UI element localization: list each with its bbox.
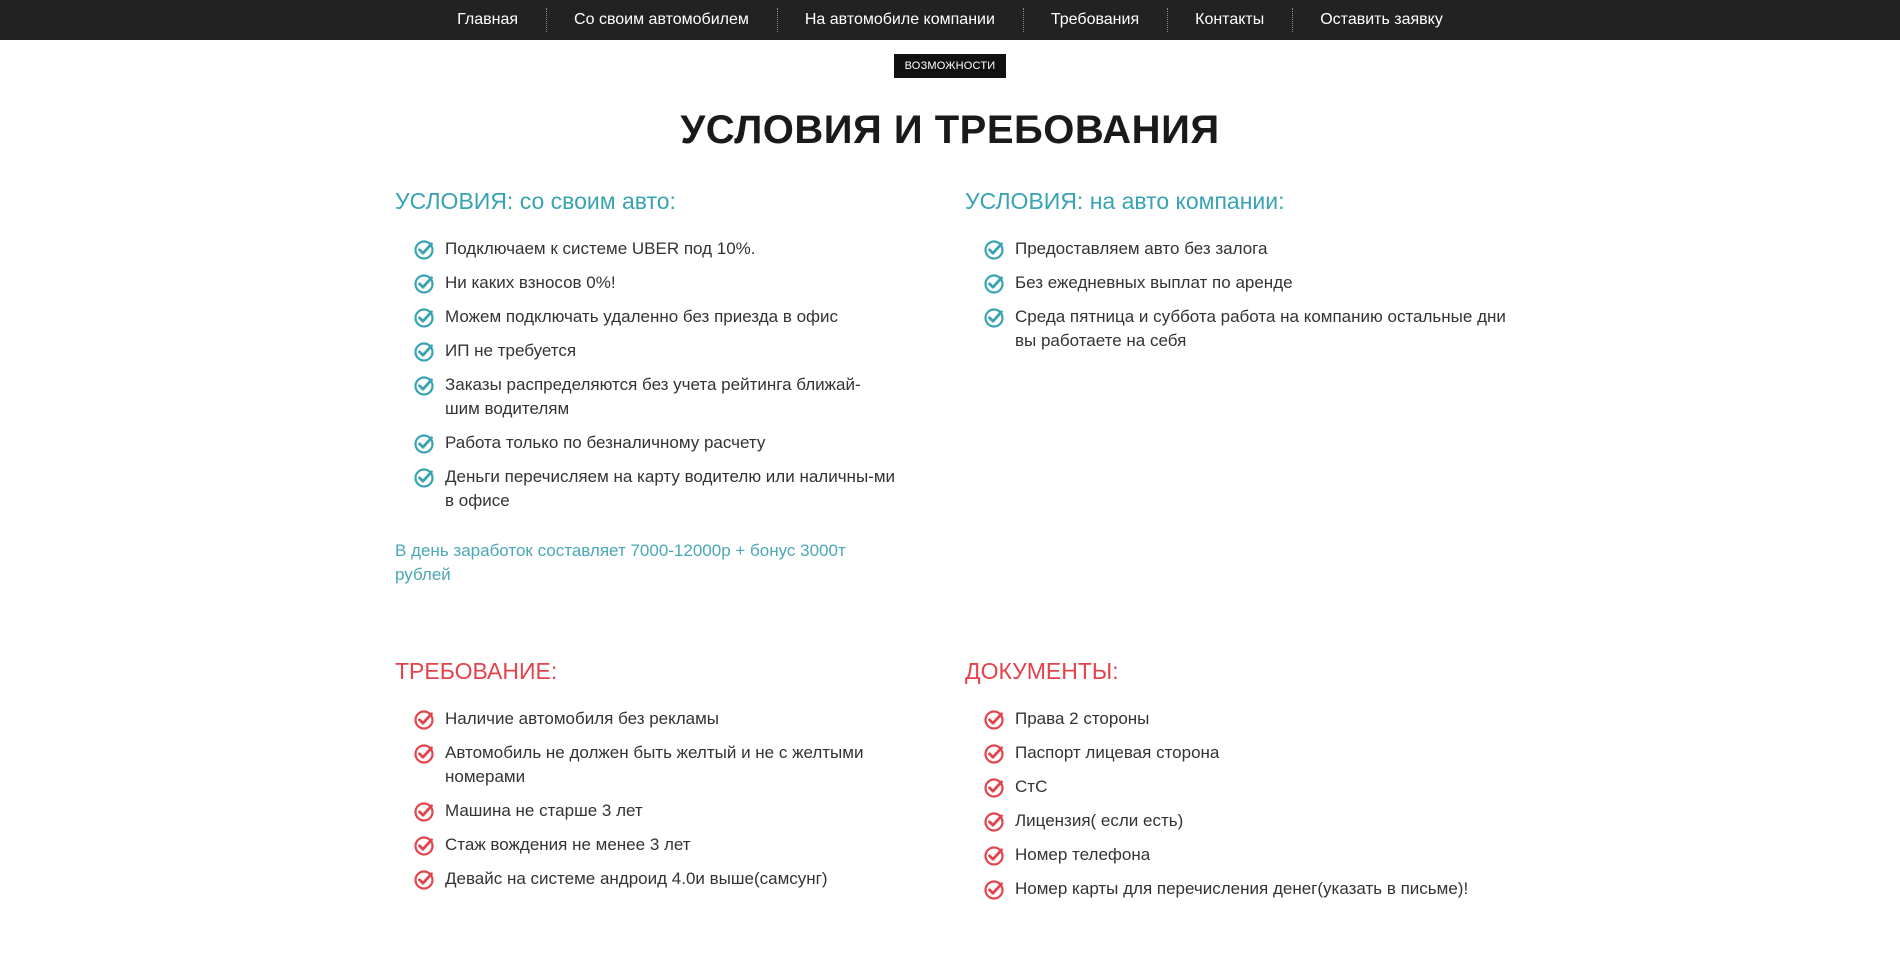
documents-title: ДОКУМЕНТЫ: <box>965 658 1119 684</box>
check-circle-icon <box>414 836 434 856</box>
check-circle-icon <box>414 274 434 294</box>
list-item-text: Паспорт лицевая сторона <box>1015 743 1220 762</box>
list-item-text: Среда пятница и суббота работа на компан… <box>1015 307 1506 350</box>
list-item-text: Наличие автомобиля без рекламы <box>445 709 720 728</box>
check-circle-icon <box>984 274 1004 294</box>
list-item: Номер карты для перечисления денег(указа… <box>965 877 1515 901</box>
nav-item-apply[interactable]: Оставить заявку <box>1292 6 1471 34</box>
list-item-text: Работа только по безналичному расчету <box>445 433 766 452</box>
requirements-list: Наличие автомобиля без рекламы Автомобил… <box>395 707 895 891</box>
check-circle-icon <box>984 880 1004 900</box>
list-item-text: Номер телефона <box>1015 845 1151 864</box>
list-item: Лицензия( если есть) <box>965 809 1515 833</box>
list-item-text: Номер карты для перечисления денег(указа… <box>1015 879 1469 898</box>
list-item: Номер телефона <box>965 843 1515 867</box>
company-car-list: Предоставляем авто без залога Без ежедне… <box>965 237 1515 353</box>
list-item: Можем подключать удаленно без приезда в … <box>395 305 895 329</box>
check-circle-icon <box>984 846 1004 866</box>
list-item-text: СтС <box>1015 777 1048 796</box>
list-item-text: Стаж вождения не менее 3 лет <box>445 835 691 854</box>
check-circle-icon <box>984 812 1004 832</box>
company-car-section: УСЛОВИЯ: на авто компании: Предоставляем… <box>965 188 1515 363</box>
list-item-text: Девайс на системе андроид 4.0и выше(самс… <box>445 869 828 888</box>
list-item: Предоставляем авто без залога <box>965 237 1515 261</box>
list-item: Девайс на системе андроид 4.0и выше(самс… <box>395 867 895 891</box>
list-item: Деньги перечисляем на карту водителю или… <box>395 465 895 513</box>
documents-section: ДОКУМЕНТЫ: Права 2 стороны Паспорт лицев… <box>965 658 1515 911</box>
section-badge: возможности <box>894 54 1006 78</box>
nav-item-own-car[interactable]: Со своим автомобилем <box>546 6 777 34</box>
check-circle-icon <box>414 870 434 890</box>
earnings-note: В день заработок составляет 7000-12000р … <box>395 541 846 584</box>
list-item: Автомобиль не должен быть желтый и не с … <box>395 741 895 789</box>
list-item: Работа только по безналичному расчету <box>395 431 895 455</box>
list-item: Права 2 стороны <box>965 707 1515 731</box>
list-item: Подключаем к системе UBER под 10%. <box>395 237 895 261</box>
list-item: Без ежедневных выплат по аренде <box>965 271 1515 295</box>
page-title: УСЛОВИЯ И ТРЕБОВАНИЯ <box>680 108 1220 152</box>
requirements-title: ТРЕБОВАНИЕ: <box>395 658 558 684</box>
check-circle-icon <box>984 744 1004 764</box>
list-item: Стаж вождения не менее 3 лет <box>395 833 895 857</box>
check-circle-icon <box>414 434 434 454</box>
list-item: Машина не старше 3 лет <box>395 799 895 823</box>
check-circle-icon <box>984 778 1004 798</box>
list-item: Заказы распределяются без учета рейтинга… <box>395 373 895 421</box>
documents-list: Права 2 стороны Паспорт лицевая сторона … <box>965 707 1515 901</box>
main-nav: Главная Со своим автомобилем На автомоби… <box>0 0 1900 40</box>
own-car-section: УСЛОВИЯ: со своим авто: Подключаем к сис… <box>395 188 895 587</box>
list-item: Наличие автомобиля без рекламы <box>395 707 895 731</box>
check-circle-icon <box>414 240 434 260</box>
own-car-title: УСЛОВИЯ: со своим авто: <box>395 188 676 214</box>
nav-item-company-car[interactable]: На автомобиле компании <box>776 6 1023 34</box>
check-circle-icon <box>984 710 1004 730</box>
list-item-text: Можем подключать удаленно без приезда в … <box>445 307 839 326</box>
list-item-text: Автомобиль не должен быть желтый и не с … <box>445 743 864 786</box>
check-circle-icon <box>414 710 434 730</box>
check-circle-icon <box>414 802 434 822</box>
nav-item-home[interactable]: Главная <box>429 6 546 34</box>
list-item: ИП не требуется <box>395 339 895 363</box>
list-item-text: Без ежедневных выплат по аренде <box>1015 273 1293 292</box>
list-item-text: ИП не требуется <box>445 341 577 360</box>
list-item-text: Предоставляем авто без залога <box>1015 239 1268 258</box>
list-item-text: Деньги перечисляем на карту водителю или… <box>445 467 896 510</box>
list-item: Ни каких взносов 0%! <box>395 271 895 295</box>
list-item-text: Заказы распределяются без учета рейтинга… <box>445 375 861 418</box>
check-circle-icon <box>984 308 1004 328</box>
nav-item-requirements[interactable]: Требования <box>1022 6 1167 34</box>
nav-item-contacts[interactable]: Контакты <box>1167 6 1292 34</box>
top-nav-bar: Главная Со своим автомобилем На автомоби… <box>0 0 1900 40</box>
list-item-text: Ни каких взносов 0%! <box>445 273 616 292</box>
check-circle-icon <box>984 240 1004 260</box>
check-circle-icon <box>414 744 434 764</box>
own-car-list: Подключаем к системе UBER под 10%. Ни ка… <box>395 237 895 513</box>
list-item: Среда пятница и суббота работа на компан… <box>965 305 1515 353</box>
list-item: СтС <box>965 775 1515 799</box>
list-item-text: Права 2 стороны <box>1015 709 1150 728</box>
check-circle-icon <box>414 468 434 488</box>
list-item: Паспорт лицевая сторона <box>965 741 1515 765</box>
list-item-text: Машина не старше 3 лет <box>445 801 643 820</box>
company-car-title: УСЛОВИЯ: на авто компании: <box>965 188 1285 214</box>
check-circle-icon <box>414 342 434 362</box>
check-circle-icon <box>414 308 434 328</box>
check-circle-icon <box>414 376 434 396</box>
requirements-section: ТРЕБОВАНИЕ: Наличие автомобиля без рекла… <box>395 658 895 901</box>
list-item-text: Подключаем к системе UBER под 10%. <box>445 239 756 258</box>
list-item-text: Лицензия( если есть) <box>1015 811 1184 830</box>
